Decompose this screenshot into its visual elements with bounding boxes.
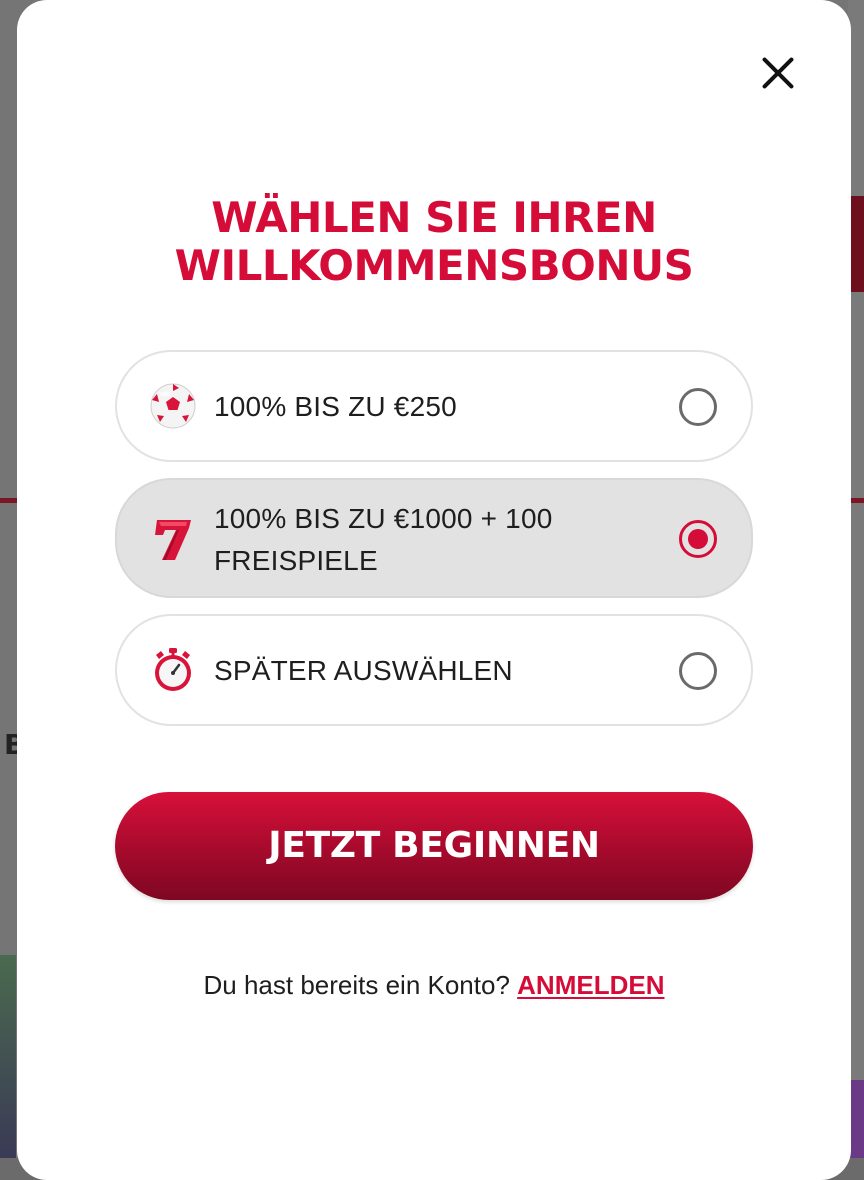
modal-title-line1: WÄHLEN SIE IHREN bbox=[211, 193, 657, 242]
login-prompt-text: Du hast bereits ein Konto? bbox=[203, 970, 510, 1000]
bonus-option-label-line1: 100% BIS ZU €1000 + 100 bbox=[214, 503, 553, 534]
radio-button[interactable] bbox=[679, 388, 717, 426]
radio-button[interactable] bbox=[679, 652, 717, 690]
modal-title-line2: WILLKOMMENSBONUS bbox=[174, 241, 694, 290]
bonus-option-label: 100% BIS ZU €250 bbox=[214, 391, 457, 422]
background-thumbnail-right bbox=[850, 1080, 864, 1158]
login-prompt-row: Du hast bereits ein Konto? ANMELDEN bbox=[17, 970, 851, 1001]
start-now-button[interactable]: JETZT BEGINNEN bbox=[115, 792, 753, 900]
close-icon[interactable] bbox=[755, 50, 801, 96]
bonus-option-sports[interactable]: 100% BIS ZU €250 bbox=[115, 350, 753, 462]
background-thumbnail bbox=[0, 955, 16, 1158]
login-link[interactable]: ANMELDEN bbox=[517, 970, 664, 1000]
bonus-option-later[interactable]: SPÄTER AUSWÄHLEN bbox=[115, 614, 753, 726]
radio-button-selected[interactable] bbox=[679, 520, 717, 558]
soccer-ball-icon bbox=[150, 383, 196, 429]
background-banner bbox=[850, 196, 864, 292]
stopwatch-icon bbox=[155, 648, 191, 691]
bonus-option-label-line2: FREISPIELE bbox=[214, 545, 378, 576]
lucky-seven-icon bbox=[155, 520, 191, 560]
bonus-option-label: SPÄTER AUSWÄHLEN bbox=[214, 655, 513, 686]
modal-title: WÄHLEN SIE IHREN WILLKOMMENSBONUS bbox=[17, 194, 851, 290]
welcome-bonus-modal: WÄHLEN SIE IHREN WILLKOMMENSBONUS 100% B… bbox=[17, 0, 851, 1180]
bonus-option-casino[interactable]: 100% BIS ZU €1000 + 100 FREISPIELE bbox=[115, 478, 753, 598]
bonus-option-label: 100% BIS ZU €1000 + 100 FREISPIELE bbox=[214, 498, 553, 582]
